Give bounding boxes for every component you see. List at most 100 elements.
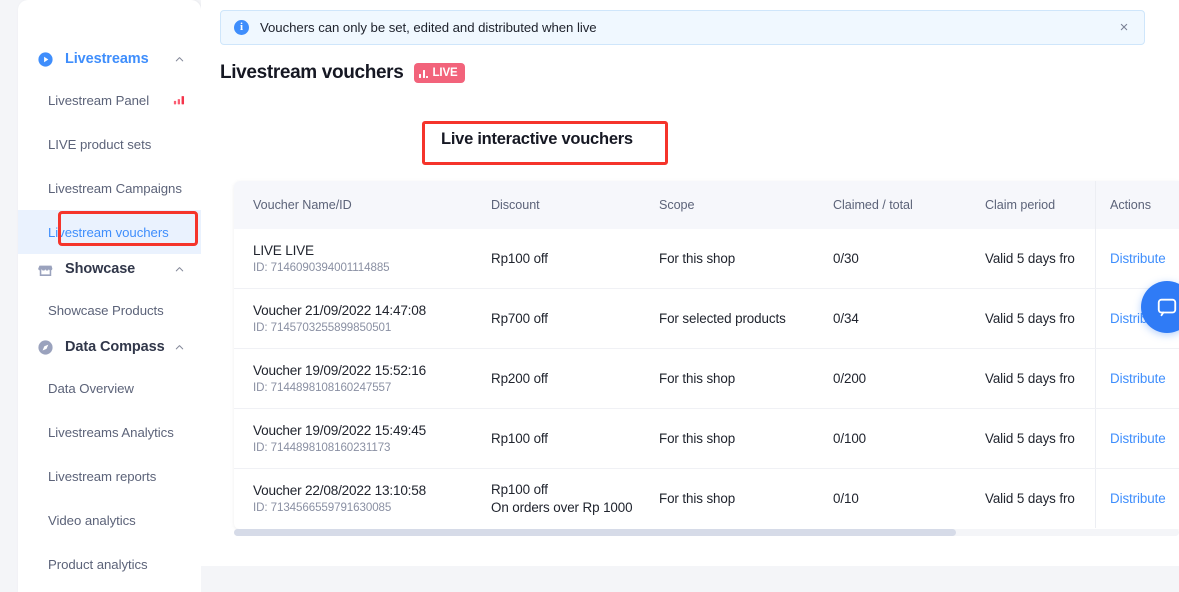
storefront-icon [38, 265, 53, 276]
chevron-up-icon [175, 56, 184, 61]
live-bars-icon [419, 69, 429, 78]
sidebar-nav-list: Livestreams Livestream Panel LIVE product … [18, 0, 201, 586]
table-row: Voucher 21/09/2022 14:47:08 ID: 714570325… [234, 288, 1179, 349]
cell-claimed-total: 0/10 [833, 491, 859, 506]
chevron-up-icon [175, 266, 184, 271]
cell-actions: Distribute [1095, 408, 1179, 469]
cell-claim-period: Valid 5 days fro [985, 408, 1096, 469]
cell-actions: Distribute [1095, 348, 1179, 409]
voucher-id: ID: 7144898108160231173 [253, 440, 391, 454]
page-header: Livestream vouchers LIVE [220, 62, 465, 84]
sidebar-item-livestream-reports[interactable]: Livestream reports [18, 454, 201, 498]
discount-amount: Rp100 off [491, 250, 548, 266]
horizontal-scrollbar-thumb[interactable] [234, 529, 956, 536]
close-icon[interactable]: × [1116, 19, 1132, 36]
cell-scope: For this shop [659, 348, 833, 409]
sidebar-item-livestream-vouchers[interactable]: Livestream vouchers [18, 210, 201, 254]
sidebar-item-label: Livestream Campaigns [48, 180, 182, 196]
column-header-scope: Scope [659, 181, 833, 229]
footer-strip [201, 566, 1179, 592]
discount-amount: Rp700 off [491, 310, 548, 326]
sidebar-item-livestreams-analytics[interactable]: Livestreams Analytics [18, 410, 201, 454]
cell-scope: For selected products [659, 288, 833, 349]
voucher-id: ID: 7146090394001114885 [253, 260, 390, 274]
info-banner: i Vouchers can only be set, edited and d… [220, 10, 1145, 45]
sidebar-item-label: Data Overview [48, 380, 134, 396]
voucher-id: ID: 7134566559791630085 [253, 500, 392, 514]
compass-icon [38, 339, 53, 355]
cell-claim-period: Valid 5 days fro [985, 348, 1096, 409]
table-header-row: Voucher Name/ID Discount Scope Claimed /… [234, 181, 1179, 229]
sidebar-item-label: Livestream reports [48, 468, 157, 484]
voucher-name: Voucher 21/09/2022 14:47:08 [253, 302, 426, 318]
sidebar-item-product-analytics[interactable]: Product analytics [18, 542, 201, 586]
horizontal-scrollbar[interactable] [234, 529, 1179, 536]
sidebar-group-data-compass[interactable]: Data Compass [18, 332, 201, 362]
sidebar-item-label: LIVE product sets [48, 136, 152, 152]
sidebar-group-label: Livestreams [65, 51, 149, 67]
cell-claim-period: Valid 5 days fro [985, 491, 1075, 506]
voucher-name: LIVE LIVE [253, 242, 314, 258]
vouchers-table-card: Voucher Name/ID Discount Scope Claimed /… [234, 181, 1179, 529]
sidebar-item-livestream-panel[interactable]: Livestream Panel [18, 78, 201, 122]
cell-claim-period: Valid 5 days fro [985, 288, 1096, 349]
cell-actions: Distribute [1095, 468, 1179, 528]
cell-claim-period: Valid 5 days fro [985, 229, 1096, 289]
bar-chart-icon [173, 96, 185, 105]
voucher-name: Voucher 19/09/2022 15:49:45 [253, 422, 426, 438]
sidebar-group-label: Data Compass [65, 339, 165, 355]
sidebar-group-label: Showcase [65, 261, 136, 277]
cell-discount: Rp100 off [491, 229, 659, 289]
chevron-up-icon [175, 344, 184, 349]
cell-claimed-total: 0/200 [833, 348, 985, 409]
sidebar-group-livestreams[interactable]: Livestreams [18, 44, 201, 74]
sidebar: Livestreams Livestream Panel LIVE product … [18, 0, 201, 592]
sidebar-item-label: Livestream vouchers [48, 224, 169, 240]
column-header-discount: Discount [491, 181, 659, 229]
table-row: Voucher 19/09/2022 15:49:45 ID: 714489810… [234, 408, 1179, 469]
sidebar-item-label: Showcase Products [48, 302, 164, 318]
sidebar-item-data-overview[interactable]: Data Overview [18, 366, 201, 410]
sidebar-item-label: Livestream Panel [48, 92, 150, 108]
cell-discount: Rp200 off [491, 348, 659, 409]
table-row: Voucher 22/08/2022 13:10:58 ID: 713456655… [234, 468, 1179, 529]
sidebar-item-label: Livestreams Analytics [48, 424, 174, 440]
cell-scope: For this shop [659, 408, 833, 469]
distribute-button[interactable]: Distribute [1110, 491, 1166, 506]
sidebar-item-livestream-campaigns[interactable]: Livestream Campaigns [18, 166, 201, 210]
live-badge-label: LIVE [432, 67, 458, 79]
sidebar-item-label: Product analytics [48, 556, 148, 572]
table-row: LIVE LIVE ID: 7146090394001114885 Rp100 of… [234, 229, 1179, 289]
sidebar-item-showcase-products[interactable]: Showcase Products [18, 288, 201, 332]
cell-discount: Rp100 off [491, 408, 659, 469]
sidebar-item-video-analytics[interactable]: Video analytics [18, 498, 201, 542]
distribute-button[interactable]: Distribute [1110, 251, 1166, 266]
table-row: Voucher 19/09/2022 15:52:16 ID: 714489810… [234, 348, 1179, 409]
page-title: Livestream vouchers [220, 62, 404, 83]
cell-discount: Rp700 off [491, 288, 659, 349]
distribute-button[interactable]: Distribute [1110, 431, 1166, 446]
voucher-id: ID: 7144898108160247557 [253, 380, 392, 394]
play-circle-icon [38, 51, 53, 67]
page-root: Livestreams Livestream Panel LIVE product … [0, 0, 1179, 592]
sidebar-group-showcase[interactable]: Showcase [18, 254, 201, 284]
sidebar-item-label: Video analytics [48, 512, 136, 528]
voucher-name: Voucher 22/08/2022 13:10:58 [253, 482, 426, 498]
table-header: Voucher Name/ID Discount Scope Claimed /… [234, 181, 1179, 229]
discount-condition: On orders over Rp 1000 [491, 499, 633, 515]
cell-voucher-name: Voucher 19/09/2022 15:49:45 ID: 714489810… [234, 408, 491, 469]
column-header-voucher-name: Voucher Name/ID [234, 181, 491, 229]
chat-bubble-glyph [1157, 298, 1177, 317]
sidebar-item-live-product-sets[interactable]: LIVE product sets [18, 122, 201, 166]
cell-voucher-name: Voucher 21/09/2022 14:47:08 ID: 714570325… [234, 288, 491, 349]
discount-amount: Rp100 off [491, 481, 548, 497]
distribute-button[interactable]: Distribute [1110, 371, 1166, 386]
cell-voucher-name: Voucher 19/09/2022 15:52:16 ID: 714489810… [234, 348, 491, 409]
discount-amount: Rp100 off [491, 430, 548, 446]
status-badge-live: LIVE [414, 63, 465, 83]
cell-claimed-total: 0/30 [833, 229, 985, 289]
cell-voucher-name: Voucher 22/08/2022 13:10:58 ID: 713456655… [234, 469, 491, 529]
column-header-claim-period: Claim period [985, 181, 1096, 229]
cell-discount: Rp100 off On orders over Rp 1000 [491, 469, 659, 529]
cell-actions: Distribute [1095, 229, 1179, 289]
